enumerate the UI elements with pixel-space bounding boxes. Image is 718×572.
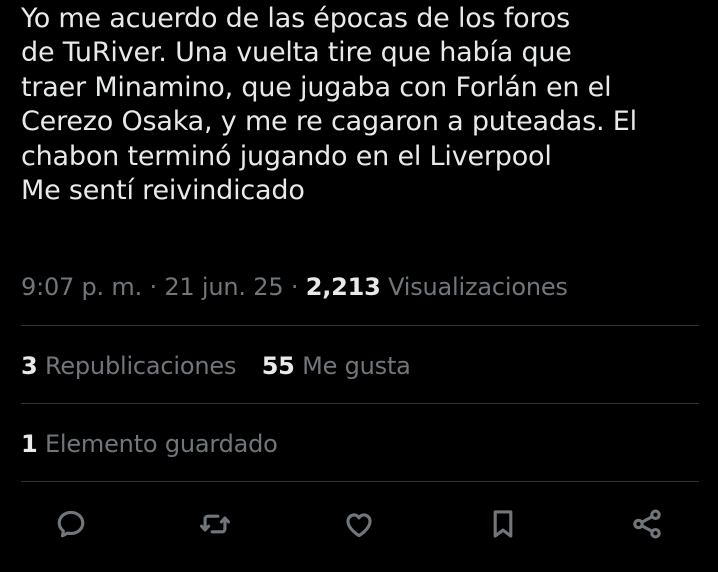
bookmarks-stat[interactable]: 1 Elemento guardado: [21, 427, 278, 461]
tweet-metadata: 9:07 p. m. · 21 jun. 25 · 2,213 Visualiz…: [21, 270, 568, 304]
bookmarks-label: Elemento guardado: [44, 430, 278, 458]
views-count: 2,213: [305, 273, 381, 301]
share-button[interactable]: [623, 500, 671, 548]
tweet-detail: Yo me acuerdo de las épocas de los foros…: [0, 0, 718, 572]
reposts-count: 3: [21, 352, 38, 380]
tweet-text: Yo me acuerdo de las épocas de los foros…: [21, 2, 701, 208]
like-button[interactable]: [335, 500, 383, 548]
likes-label: Me gusta: [302, 352, 411, 380]
divider: [21, 325, 699, 326]
tweet-text-line: Yo me acuerdo de las épocas de los foros: [21, 3, 570, 34]
meta-separator: ·: [149, 273, 157, 301]
bookmark-button[interactable]: [479, 500, 527, 548]
meta-separator: ·: [290, 273, 299, 301]
tweet-time[interactable]: 9:07 p. m.: [21, 273, 142, 301]
reply-button[interactable]: [47, 500, 95, 548]
reposts-stat[interactable]: 3 Republicaciones: [21, 349, 236, 383]
bookmark-stats: 1 Elemento guardado: [21, 427, 296, 461]
reply-icon: [57, 510, 85, 538]
bookmark-icon: [493, 510, 513, 538]
tweet-date[interactable]: 21 jun. 25: [164, 273, 283, 301]
tweet-text-line: Cerezo Osaka, y me re cagaron a puteadas…: [21, 106, 637, 138]
tweet-text-line: de TuRiver. Una vuelta tire que había qu…: [21, 37, 572, 69]
share-icon: [633, 509, 661, 539]
divider: [21, 403, 699, 404]
bookmarks-count: 1: [21, 430, 38, 458]
engagement-stats: 3 Republicaciones 55 Me gusta: [21, 349, 429, 383]
like-icon: [346, 513, 372, 538]
reposts-label: Republicaciones: [44, 352, 237, 380]
divider: [21, 481, 699, 482]
likes-stat[interactable]: 55 Me gusta: [262, 349, 411, 383]
tweet-text-line: Me sentí reivindicado: [21, 175, 305, 207]
likes-count: 55: [261, 352, 295, 380]
repost-icon: [199, 514, 231, 534]
tweet-text-line: traer Minamino, que jugaba con Forlán en…: [21, 71, 612, 103]
action-bar: [0, 500, 718, 548]
repost-button[interactable]: [191, 500, 239, 548]
tweet-text-line: chabon terminó jugando en el Liverpool: [21, 140, 552, 172]
views-label: Visualizaciones: [388, 273, 568, 301]
